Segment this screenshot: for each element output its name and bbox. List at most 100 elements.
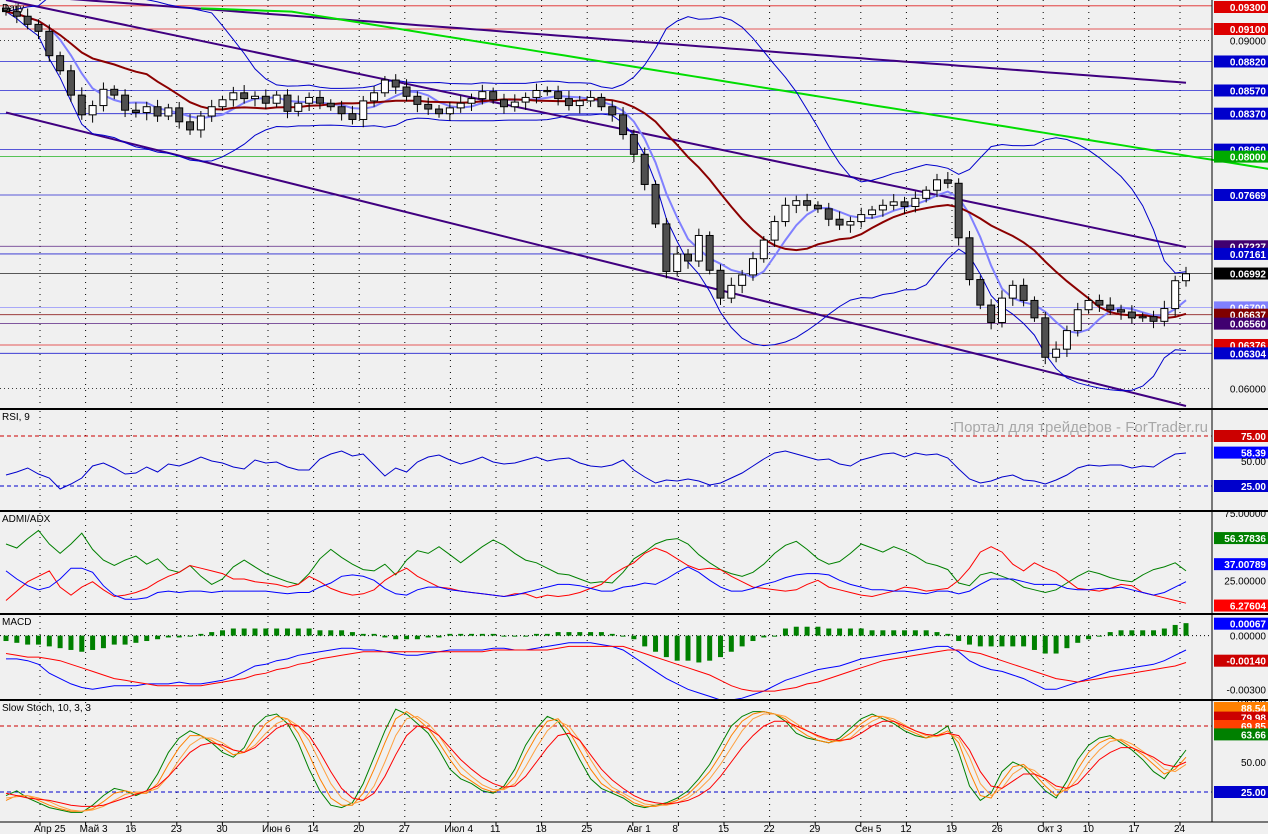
- macd-bar: [371, 633, 377, 636]
- candle-body: [56, 55, 65, 72]
- candle-body: [66, 70, 75, 96]
- candle-body: [305, 96, 314, 104]
- time-tick-label: Июл 4: [444, 824, 473, 834]
- macd-bar: [1107, 632, 1113, 636]
- macd-bar: [1172, 624, 1178, 636]
- candle-body: [954, 182, 963, 239]
- macd-bar: [934, 632, 940, 636]
- candle-body: [1171, 280, 1180, 310]
- time-tick-label: 16: [125, 824, 137, 834]
- macd-bar: [793, 626, 799, 636]
- time-tick-label: 15: [718, 824, 730, 834]
- candle-body: [651, 183, 660, 225]
- price-label-text: 75.00: [1241, 432, 1266, 443]
- price-label-text: -0.00300: [1227, 685, 1267, 696]
- price-label-text: 0.09100: [1230, 25, 1267, 36]
- macd-bar: [923, 630, 929, 636]
- candle-body: [1062, 330, 1071, 350]
- macd-bar: [252, 628, 258, 636]
- macd-bar: [620, 635, 626, 637]
- candle-body: [1008, 284, 1017, 299]
- macd-bar: [804, 626, 810, 636]
- macd-bar: [490, 633, 496, 636]
- candle-body: [326, 102, 335, 108]
- price-label-text: 56.37836: [1224, 534, 1266, 545]
- price-label-text: 0.06000: [1230, 385, 1267, 396]
- macd-bar: [469, 633, 475, 636]
- macd-bar: [349, 632, 355, 636]
- price-label-text: 75.00000: [1224, 509, 1266, 520]
- candle-body: [510, 101, 519, 108]
- macd-bar: [826, 628, 832, 636]
- candle-body: [684, 253, 693, 262]
- time-tick-label: 11: [490, 824, 501, 834]
- macd-bar: [263, 628, 269, 636]
- chart-canvas: Daily RSI, 9 Портал для трейдеров - ForT…: [0, 0, 1268, 834]
- macd-bar: [284, 628, 290, 636]
- time-tick-label: Сен 5: [855, 824, 882, 834]
- macd-bar: [436, 635, 442, 638]
- macd-bar: [1031, 635, 1037, 650]
- candle-body: [1084, 299, 1093, 311]
- candle-body: [261, 95, 270, 104]
- macd-bar: [566, 632, 572, 636]
- macd-bar: [717, 635, 723, 658]
- candle-body: [34, 23, 43, 32]
- macd-bar: [447, 633, 453, 636]
- candle-body: [272, 94, 281, 104]
- candle-body: [608, 106, 617, 116]
- candle-body: [110, 88, 119, 96]
- macd-bar: [144, 635, 150, 642]
- macd-bar: [696, 635, 702, 663]
- macd-bar: [393, 635, 399, 640]
- macd-bar: [1042, 635, 1048, 654]
- candle-body: [727, 284, 736, 299]
- time-tick-label: 30: [216, 824, 228, 834]
- candle-body: [997, 297, 1006, 323]
- adx-title: ADMI/ADX: [2, 514, 51, 525]
- macd-bar: [35, 635, 41, 645]
- macd-bar: [111, 635, 117, 645]
- price-label-text: 6.27604: [1230, 602, 1267, 613]
- candle-body: [792, 200, 801, 206]
- macd-bar: [609, 633, 615, 636]
- time-tick-label: 17: [1128, 824, 1140, 834]
- candle-body: [564, 98, 573, 107]
- candle-body: [868, 209, 877, 216]
- macd-bar: [14, 635, 20, 643]
- time-tick-label: 22: [764, 824, 776, 834]
- macd-bar: [772, 635, 778, 637]
- macd-bar: [155, 635, 161, 640]
- time-tick-label: 25: [581, 824, 593, 834]
- candle-body: [77, 94, 86, 116]
- macd-bar: [25, 635, 31, 645]
- macd-bar: [187, 635, 193, 637]
- candle-body: [857, 214, 866, 223]
- candle-body: [435, 108, 444, 115]
- macd-bar: [1053, 635, 1059, 654]
- candle-body: [1095, 299, 1104, 306]
- time-tick-label: Июн 6: [262, 824, 291, 834]
- price-label-text: -0.00140: [1227, 657, 1267, 668]
- candle-body: [478, 91, 487, 100]
- macd-bar: [382, 635, 388, 638]
- candle-body: [629, 134, 638, 155]
- macd-bar: [956, 635, 962, 642]
- macd-bar: [1129, 630, 1135, 636]
- time-tick-label: 26: [992, 824, 1004, 834]
- macd-bar: [653, 635, 659, 652]
- rsi-title: RSI, 9: [2, 412, 30, 423]
- candle-body: [424, 103, 433, 110]
- candle-body: [1182, 273, 1190, 282]
- time-tick-label: 20: [353, 824, 365, 834]
- candle-body: [1127, 311, 1136, 319]
- price-label-text: 0.00000: [1230, 632, 1267, 643]
- candle-body: [380, 79, 389, 94]
- macd-bar: [274, 628, 280, 636]
- price-label-text: 37.00789: [1224, 560, 1266, 571]
- time-tick-label: Авг 1: [627, 824, 651, 834]
- macd-bar: [598, 632, 604, 636]
- time-tick-label: Окт 3: [1037, 824, 1063, 834]
- price-label-text: 0.09000: [1230, 37, 1267, 48]
- candle-body: [445, 107, 454, 115]
